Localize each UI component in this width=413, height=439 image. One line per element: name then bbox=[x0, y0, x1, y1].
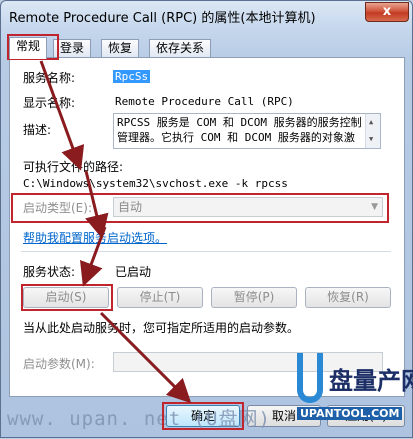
annotation-arrows bbox=[39, 60, 192, 404]
arrow-icon bbox=[39, 60, 85, 171]
tab-general[interactable]: 常规 bbox=[9, 37, 48, 59]
arrow-icon bbox=[79, 226, 107, 287]
properties-dialog: Remote Procedure Call (RPC) 的属性(本地计算机) x… bbox=[0, 0, 413, 438]
arrow-icon bbox=[99, 311, 192, 404]
arrow-icon bbox=[84, 170, 109, 239]
